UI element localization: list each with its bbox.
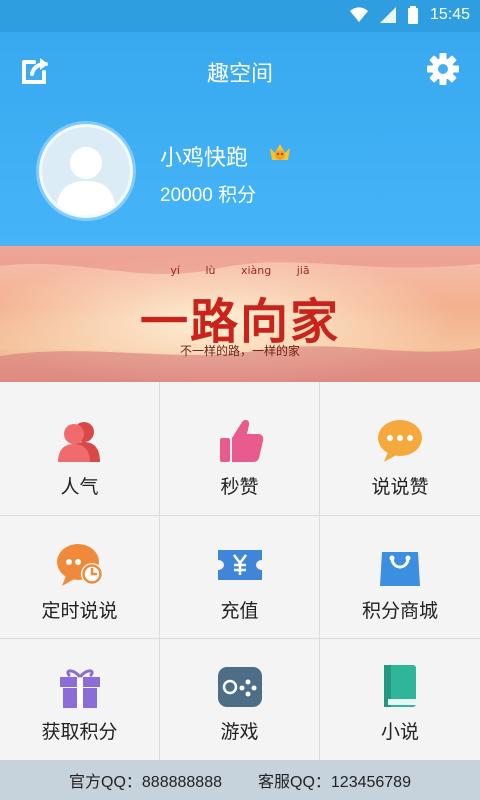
gamepad-icon	[214, 663, 266, 709]
points-balance: 20000 积分	[160, 185, 257, 206]
grid-label: 积分商城	[361, 601, 438, 622]
grid-item-scheduled-post[interactable]: 定时说说	[0, 516, 159, 638]
book-icon	[374, 663, 426, 709]
page-title: 趣空间	[206, 61, 273, 86]
avatar[interactable]	[42, 127, 130, 215]
status-icons: 15:45	[349, 6, 470, 24]
vip-crown-icon	[268, 140, 292, 164]
grid-item-recharge[interactable]: 充值	[160, 516, 319, 638]
grid-label: 小说	[380, 722, 419, 743]
service-qq: 客服QQ：123456789	[258, 774, 411, 791]
popularity-icon	[54, 418, 106, 464]
settings-button[interactable]	[426, 52, 460, 86]
grid-item-novels[interactable]: 小说	[320, 639, 480, 760]
promo-banner[interactable]: yí lù xiàng jiā 一路向家 不一样的路，一样的家	[0, 246, 480, 382]
status-bar: 15:45	[0, 0, 480, 32]
grid-label: 游戏	[220, 722, 259, 743]
user-silhouette-icon	[56, 147, 116, 215]
grid-label: 人气	[60, 477, 99, 498]
profile-header: 趣空间 小鸡快跑 20000 积分	[0, 32, 480, 246]
grid-label: 充值	[220, 601, 259, 622]
battery-icon	[407, 6, 418, 24]
recharge-icon	[214, 542, 266, 588]
top-bar: 趣空间	[0, 32, 480, 106]
gift-icon	[54, 663, 106, 709]
grid-label: 秒赞	[220, 477, 259, 498]
signal-icon	[379, 7, 396, 23]
grid-item-points-mall[interactable]: 积分商城	[320, 516, 480, 638]
wifi-icon	[349, 7, 368, 23]
contact-footer: 官方QQ：888888888 客服QQ：123456789	[0, 760, 480, 800]
official-qq: 官方QQ：888888888	[69, 774, 222, 791]
gear-icon	[427, 53, 459, 85]
status-time: 15:45	[429, 6, 470, 23]
username: 小鸡快跑	[160, 145, 249, 170]
banner-pinyin: yí lù xiàng jiā	[170, 264, 310, 277]
grid-label: 获取积分	[41, 722, 118, 743]
grid-item-instant-like[interactable]: 秒赞	[160, 382, 319, 515]
grid-item-games[interactable]: 游戏	[160, 639, 319, 760]
grid-label: 定时说说	[41, 601, 118, 622]
grid-item-earn-points[interactable]: 获取积分	[0, 639, 159, 760]
grid-item-post-likes[interactable]: 说说赞	[320, 382, 480, 515]
scheduled-chat-icon	[54, 542, 106, 588]
shopping-bag-icon	[374, 542, 426, 588]
grid-item-popularity[interactable]: 人气	[0, 382, 159, 515]
chat-bubble-icon	[374, 418, 426, 464]
grid-label: 说说赞	[371, 477, 429, 498]
banner-subtitle: 不一样的路，一样的家	[179, 344, 300, 358]
feature-grid: 人气 秒赞 说说赞 定时说说 充值 积分商城 获取积分 游戏 小说	[0, 382, 480, 760]
thumbs-up-icon	[214, 418, 266, 464]
